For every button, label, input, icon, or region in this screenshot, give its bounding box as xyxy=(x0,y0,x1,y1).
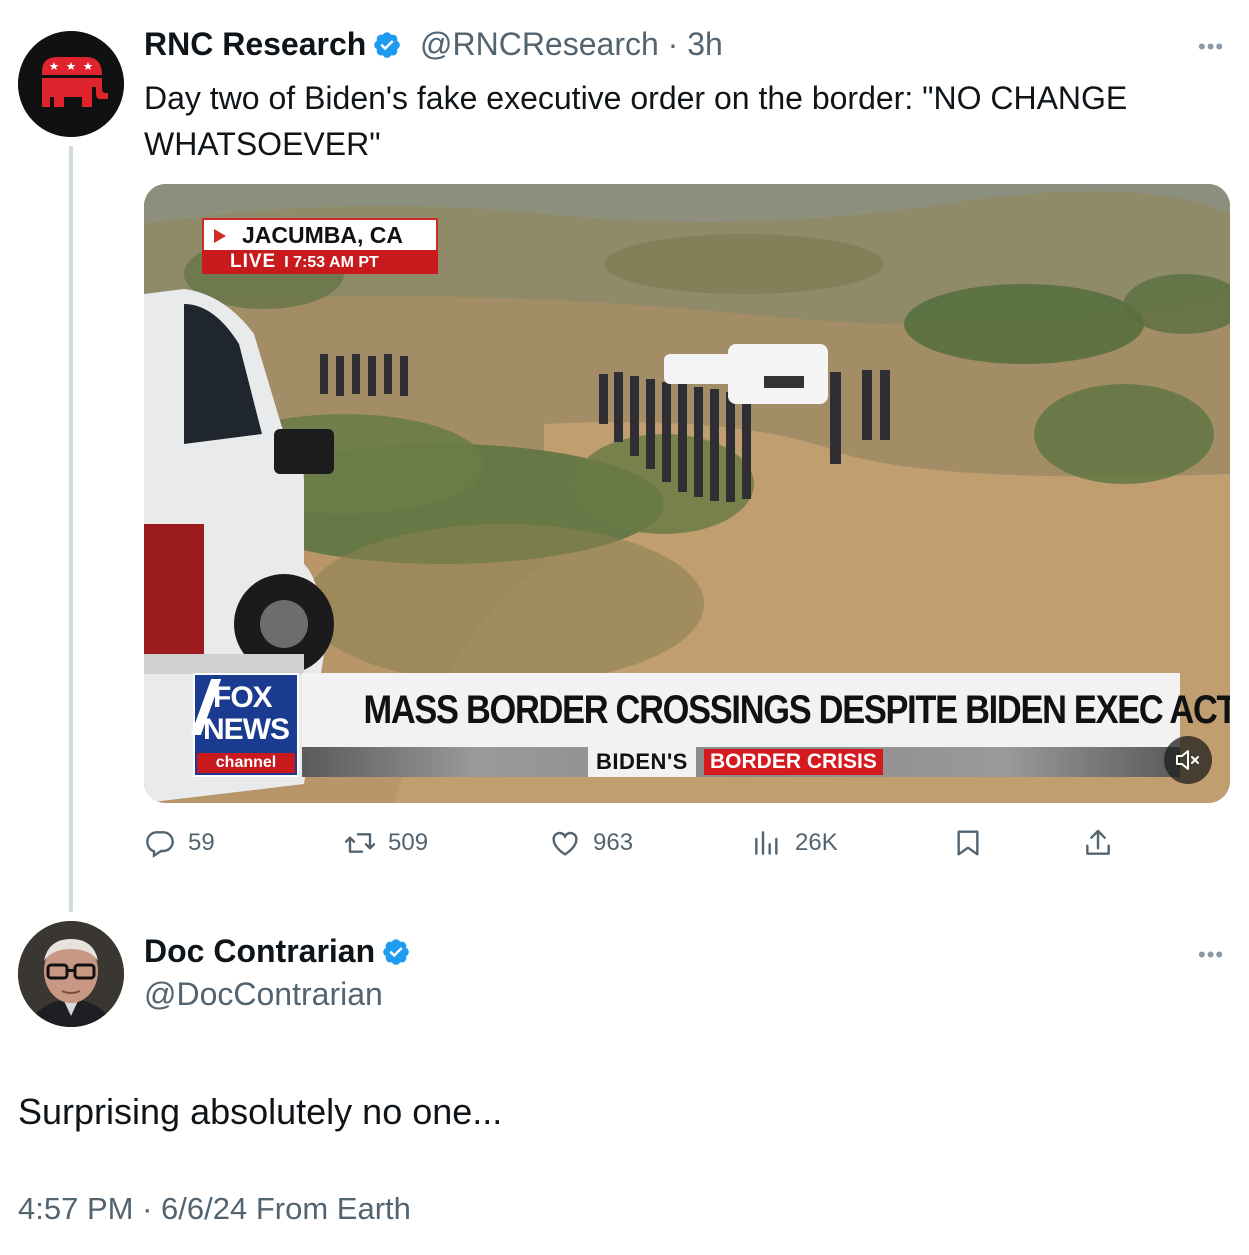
reply-tweet-text: Surprising absolutely no one... xyxy=(18,1091,503,1132)
repost-button[interactable]: 509 xyxy=(344,820,428,866)
parent-tweet-text: Day two of Biden's fake executive order … xyxy=(144,80,1128,162)
reply-meta-line: 4:57 PM · 6/6/24 From Earth xyxy=(18,1191,411,1227)
reply-time[interactable]: 4:57 PM xyxy=(18,1191,133,1226)
separator-dot: · xyxy=(667,26,679,62)
live-label: LIVE xyxy=(230,251,277,272)
parent-handle[interactable]: @RNCResearch xyxy=(420,26,659,62)
news-logo-text: NEWS xyxy=(203,713,290,746)
live-separator: I xyxy=(284,254,289,271)
location-label: JACUMBA, CA xyxy=(202,218,438,250)
rnc-elephant-logo xyxy=(18,31,124,137)
location-overlay: JACUMBA, CA LIVE I 7:53 AM PT xyxy=(202,218,438,274)
reply-icon xyxy=(146,831,174,858)
live-time-bar: LIVE I 7:53 AM PT xyxy=(202,250,438,274)
chyron-subhead-part1: BIDEN'S xyxy=(588,747,696,777)
views-icon xyxy=(755,831,778,855)
reply-date[interactable]: 6/6/24 xyxy=(161,1191,247,1226)
share-button[interactable] xyxy=(1082,820,1114,866)
parent-timestamp[interactable]: 3h xyxy=(687,26,723,62)
like-button[interactable]: 963 xyxy=(549,820,633,866)
reply-author-name[interactable]: Doc Contrarian xyxy=(144,933,411,970)
chyron-subhead-bar: BIDEN'S BORDER CRISIS xyxy=(302,747,1180,777)
parent-handle-line[interactable]: @RNCResearch · 3h xyxy=(420,26,723,63)
bookmark-icon xyxy=(957,830,979,856)
reply-handle[interactable]: @DocContrarian xyxy=(144,976,383,1013)
live-time: 7:53 AM PT xyxy=(293,254,379,271)
repost-count: 509 xyxy=(388,829,429,856)
chyron-subhead-part2: BORDER CRISIS xyxy=(704,749,883,775)
channel-logo-text: channel xyxy=(197,753,295,773)
thread-connector-line xyxy=(69,146,73,912)
rnc-avatar[interactable] xyxy=(18,31,124,137)
parent-author-name[interactable]: RNC Research xyxy=(144,26,402,63)
reply-count: 59 xyxy=(188,829,215,856)
video-player[interactable]: JACUMBA, CA LIVE I 7:53 AM PT FOX NEWS ch… xyxy=(144,184,1230,803)
tweet-action-bar: 59 509 963 26K xyxy=(144,820,1230,866)
reply-button[interactable]: 59 xyxy=(144,820,215,866)
bookmark-button[interactable] xyxy=(952,820,984,866)
like-count: 963 xyxy=(593,829,634,856)
views-button[interactable]: 26K xyxy=(751,820,838,866)
more-icon[interactable]: ••• xyxy=(1198,36,1224,58)
chyron-headline: MASS BORDER CROSSINGS DESPITE BIDEN EXEC… xyxy=(363,688,1230,732)
reply-author-name-text[interactable]: Doc Contrarian xyxy=(144,933,375,969)
verified-icon xyxy=(374,32,401,58)
mute-button[interactable] xyxy=(1164,736,1212,784)
verified-icon xyxy=(383,939,409,965)
share-icon xyxy=(1086,829,1110,855)
reply-source: From Earth xyxy=(255,1191,411,1226)
portrait-photo xyxy=(18,921,124,1027)
views-count: 26K xyxy=(795,829,838,856)
mute-icon xyxy=(1176,750,1199,770)
fox-news-logo: FOX NEWS channel xyxy=(190,673,299,777)
more-icon[interactable]: ••• xyxy=(1198,944,1224,966)
chyron-headline-bar: MASS BORDER CROSSINGS DESPITE BIDEN EXEC… xyxy=(302,673,1230,747)
repost-icon xyxy=(344,833,376,853)
doc-contrarian-avatar[interactable] xyxy=(18,921,124,1027)
fox-logo-text: FOX xyxy=(213,681,273,714)
parent-author-name-text[interactable]: RNC Research xyxy=(144,26,366,62)
like-icon xyxy=(552,831,578,856)
separator-dot: · xyxy=(142,1191,153,1226)
